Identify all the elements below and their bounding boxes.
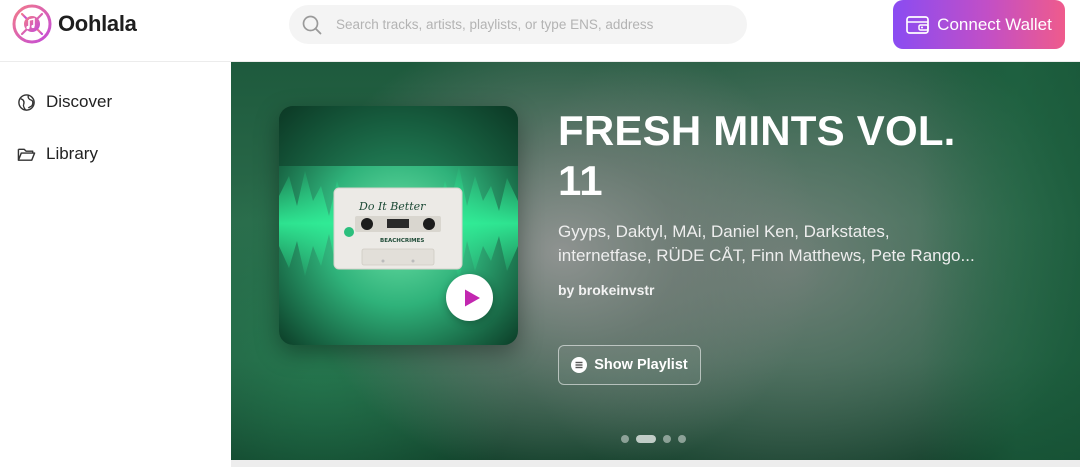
carousel-dot-2[interactable] <box>636 435 656 443</box>
wallet-icon <box>906 15 930 34</box>
curator-prefix: by <box>558 282 575 298</box>
cassette-title: Do It Better <box>358 200 426 213</box>
carousel-indicators <box>621 435 686 443</box>
logo[interactable]: Oohlala <box>12 4 137 44</box>
sidebar: Discover Library <box>0 62 231 467</box>
list-icon <box>571 357 588 373</box>
cassette-label: BEACHCRIMES <box>380 238 424 244</box>
connect-wallet-label: Connect Wallet <box>937 14 1052 34</box>
top-header: Oohlala Connect Wallet <box>0 0 1080 62</box>
search-bar[interactable] <box>289 5 747 44</box>
search-input[interactable] <box>336 17 736 32</box>
playlist-cover[interactable]: Do It Better BEACHCRIMES <box>279 106 518 345</box>
playlist-curator: by brokeinvstr <box>558 282 654 298</box>
featured-playlist-hero: Do It Better BEACHCRIMES FRESH MINTS VOL… <box>231 62 1080 460</box>
show-playlist-button[interactable]: Show Playlist <box>558 345 701 385</box>
oohlala-logo-icon <box>12 4 52 44</box>
show-playlist-label: Show Playlist <box>594 357 688 373</box>
content-divider <box>231 460 1080 467</box>
sidebar-item-library[interactable]: Library <box>17 144 98 164</box>
sidebar-item-discover[interactable]: Discover <box>17 92 112 112</box>
carousel-dot-1[interactable] <box>621 435 629 443</box>
play-icon <box>464 289 480 306</box>
app-name: Oohlala <box>58 11 137 36</box>
folder-icon <box>17 148 36 161</box>
globe-icon <box>18 93 35 111</box>
connect-wallet-button[interactable]: Connect Wallet <box>893 0 1065 49</box>
curator-name[interactable]: brokeinvstr <box>578 282 654 298</box>
playlist-artists: Gyyps, Daktyl, MAi, Daniel Ken, Darkstat… <box>558 222 975 265</box>
cassette: Do It Better BEACHCRIMES <box>333 187 463 270</box>
play-button[interactable] <box>446 274 493 321</box>
search-icon <box>302 15 322 34</box>
playlist-title: FRESH MINTS VOL. 11 <box>558 107 956 204</box>
sidebar-item-label: Library <box>46 144 98 163</box>
sidebar-item-label: Discover <box>46 92 113 111</box>
carousel-dot-3[interactable] <box>663 435 671 443</box>
carousel-dot-4[interactable] <box>678 435 686 443</box>
